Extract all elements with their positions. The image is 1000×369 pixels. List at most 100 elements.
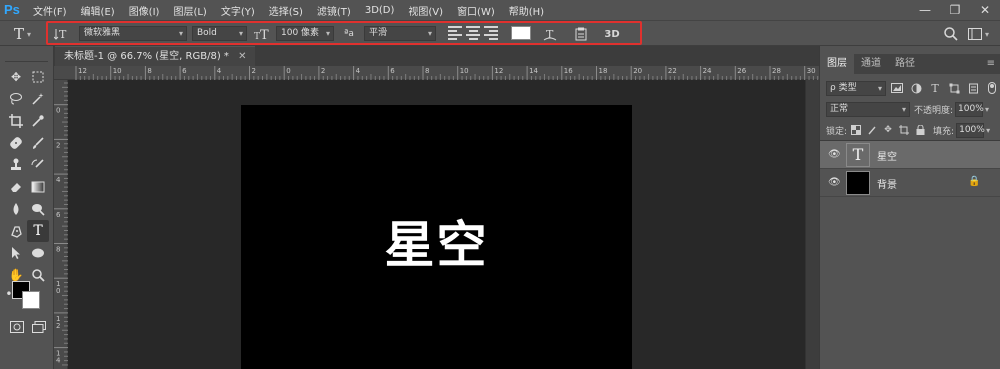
ruler-label: 24 [703,67,712,75]
ruler-label: 4 [356,67,361,75]
layer-name[interactable]: 星空 [877,148,897,163]
menu-select[interactable]: 选择(S) [262,3,310,18]
filter-value: ρ 类型 [830,82,857,93]
lock-image-pixels-icon[interactable] [865,123,879,137]
close-button[interactable]: ✕ [970,0,1000,20]
filter-toggle-icon[interactable] [984,81,1000,95]
vertical-scrollbar[interactable] [805,80,819,369]
chevron-down-icon: ▾ [27,29,32,39]
filter-type-icon[interactable]: T [927,81,943,95]
ruler-label: 2 [252,67,256,75]
tab-paths[interactable]: 路径 [888,54,922,74]
lock-row: 锁定: ✥ 填充: 100% ▾ [826,122,1000,138]
menu-file[interactable]: 文件(F) [26,3,74,18]
filter-smart-object-icon[interactable] [965,81,981,95]
ruler-label: 10 [460,67,469,75]
screen-mode-icon[interactable] [28,316,50,338]
ruler-label: 0 [56,287,60,295]
chevron-down-icon[interactable]: ▾ [986,126,990,135]
menu-bar: Ps 文件(F) 编辑(E) 图像(I) 图层(L) 文字(Y) 选择(S) 滤… [0,0,1000,20]
filter-pixel-icon[interactable] [889,81,905,95]
search-icon[interactable] [942,25,960,43]
quick-mask-icon[interactable] [6,316,28,338]
menu-help[interactable]: 帮助(H) [502,3,551,18]
menu-type[interactable]: 文字(Y) [214,3,262,18]
ruler-ticks: 12 10 8 6 4 2 0 2 4 6 8 10 12 14 16 18 20 22 24 26 28 30 [75,66,819,80]
blend-mode-value: 正常 [830,103,849,114]
canvas-text-layer[interactable]: 星空 [241,215,632,275]
menu-edit[interactable]: 编辑(E) [74,3,122,18]
lock-icon[interactable]: 🔒 [968,176,980,187]
dodge-tool-icon[interactable] [27,198,49,220]
eyedropper-tool-icon[interactable] [27,110,49,132]
menu-layer[interactable]: 图层(L) [166,3,213,18]
fill-input[interactable]: 100% [956,122,985,138]
layer-thumbnail-type-icon: T [846,143,870,167]
lock-transparency-icon[interactable] [849,123,863,137]
lock-all-icon[interactable] [913,123,927,137]
healing-brush-tool-icon[interactable] [5,132,27,154]
ruler-label: 2 [321,67,325,75]
move-tool-icon[interactable]: ✥ [5,66,27,88]
document-tab[interactable]: 未标题-1 @ 66.7% (星空, RGB/8) * ✕ [55,46,256,66]
lock-artboard-icon[interactable] [897,123,911,137]
ruler-label: 0 [56,107,60,115]
ellipse-tool-icon[interactable] [27,242,49,264]
layer-row-text[interactable]: 👁 T 星空 [820,141,1000,169]
filter-adjustment-icon[interactable] [908,81,924,95]
history-brush-tool-icon[interactable] [27,154,49,176]
document-canvas[interactable]: 星空 [241,105,632,369]
menu-3d[interactable]: 3D(D) [358,5,402,16]
marquee-tool-icon[interactable] [27,66,49,88]
chevron-down-icon[interactable]: ▾ [985,105,989,114]
tab-layers[interactable]: 图层 [820,54,854,74]
chevron-down-icon: ▾ [877,83,882,93]
menu-window[interactable]: 窗口(W) [450,3,502,18]
workspace-switcher-icon[interactable]: ▾ [968,25,994,43]
menu-filter[interactable]: 滤镜(T) [310,3,358,18]
ruler-label: 4 [217,67,222,75]
layer-row-background[interactable]: 👁 背景 🔒 [820,169,1000,197]
lock-label: 锁定: [826,126,848,137]
opacity-input[interactable]: 100% [955,101,984,117]
opacity-value: 100% [958,103,984,114]
path-selection-tool-icon[interactable] [5,242,27,264]
zoom-tool-icon[interactable] [27,264,49,286]
crop-tool-icon[interactable] [5,110,27,132]
ruler-label: 22 [668,67,677,75]
blend-mode-select[interactable]: 正常 ▾ [826,101,910,117]
lock-position-icon[interactable]: ✥ [881,123,895,137]
menu-image[interactable]: 图像(I) [122,3,167,18]
magic-wand-tool-icon[interactable] [27,88,49,110]
background-color-swatch[interactable] [22,291,40,309]
minimize-button[interactable]: — [910,0,940,20]
tools-panel: ✥ T ✋ ••• [0,46,54,369]
visibility-eye-icon[interactable]: 👁 [828,149,841,161]
restore-button[interactable]: ❐ [940,0,970,20]
tool-preset-picker[interactable]: T ▾ [14,24,46,44]
brush-tool-icon[interactable] [27,132,49,154]
close-tab-icon[interactable]: ✕ [238,51,246,62]
blend-row: 正常 ▾ 不透明度: 100% ▾ [826,101,1000,117]
type-tool-icon[interactable]: T [27,220,49,242]
eraser-tool-icon[interactable] [5,176,27,198]
ruler-label: 10 [113,67,122,75]
gradient-tool-icon[interactable] [27,176,49,198]
blur-tool-icon[interactable] [5,198,27,220]
menu-view[interactable]: 视图(V) [401,3,450,18]
tab-channels[interactable]: 通道 [854,54,888,74]
filter-shape-icon[interactable] [946,81,962,95]
layer-filter-select[interactable]: ρ 类型 ▾ [826,80,886,96]
ruler-label: 4 [56,357,61,365]
ruler-label: 8 [56,246,60,254]
visibility-eye-icon[interactable]: 👁 [828,177,841,189]
pen-tool-icon[interactable] [5,220,27,242]
panel-menu-icon[interactable]: ≡ [987,54,995,74]
clone-stamp-tool-icon[interactable] [5,154,27,176]
layers-panel: 图层 通道 路径 ≡ ρ 类型 ▾ T 正常 ▾ 不透明度: 100% ▾ 锁定: … [819,46,1000,369]
document-tab-bar: 未标题-1 @ 66.7% (星空, RGB/8) * ✕ [54,46,819,66]
lasso-tool-icon[interactable] [5,88,27,110]
panel-grip[interactable] [5,52,48,62]
ruler-label: 28 [772,67,781,75]
layer-name[interactable]: 背景 [877,176,897,191]
